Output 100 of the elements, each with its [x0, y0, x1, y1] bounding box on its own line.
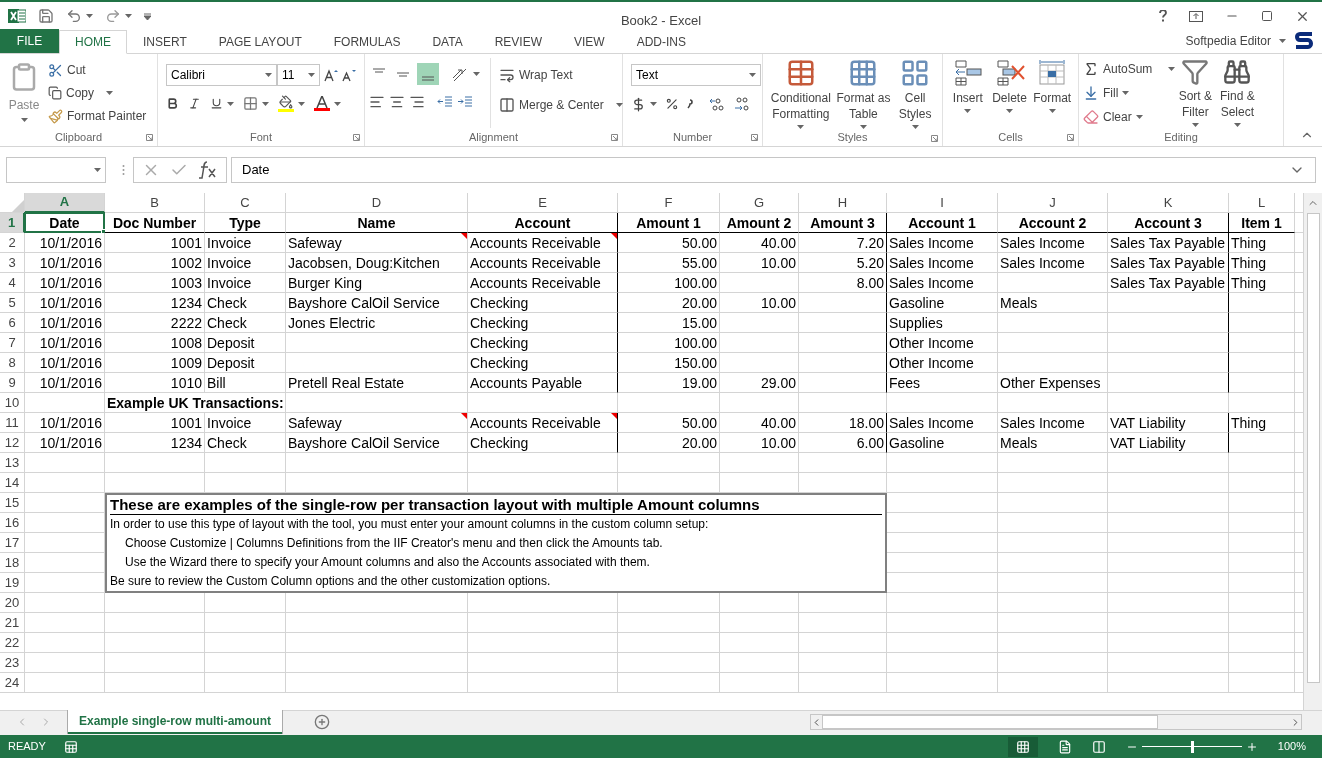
table-cell[interactable]: Bayshore CalOil Service [286, 433, 468, 453]
table-cell[interactable]: 15.00 [618, 313, 720, 333]
table-cell[interactable]: 10.00 [720, 253, 799, 273]
paste-button[interactable]: Paste [4, 58, 44, 128]
percent-icon[interactable] [665, 97, 679, 111]
align-right-icon[interactable] [409, 94, 425, 110]
table-cell[interactable]: 1234 [105, 293, 205, 313]
table-cell[interactable]: 10/1/2016 [25, 253, 105, 273]
help-icon[interactable] [1159, 10, 1167, 22]
table-cell[interactable]: Check [205, 433, 286, 453]
page-break-view-icon[interactable] [1091, 739, 1106, 754]
table-cell[interactable]: Checking [468, 333, 618, 353]
table-cell[interactable]: Invoice [205, 233, 286, 253]
table-cell[interactable]: 40.00 [720, 233, 799, 253]
row-header[interactable]: 13 [0, 453, 25, 473]
row-header[interactable]: 2 [0, 233, 25, 253]
row-header[interactable]: 22 [0, 633, 25, 653]
conditional-formatting-button[interactable]: Conditional Formatting [767, 58, 835, 129]
vertical-scrollbar[interactable] [1303, 193, 1322, 710]
row-header[interactable]: 8 [0, 353, 25, 373]
row-header[interactable]: 18 [0, 553, 25, 573]
table-cell[interactable]: Pretell Real Estate [286, 373, 468, 393]
table-cell[interactable]: VAT Liability [1108, 433, 1229, 453]
column-header[interactable]: E [468, 193, 618, 213]
page-layout-view-icon[interactable] [1057, 739, 1072, 754]
table-cell[interactable]: 10/1/2016 [25, 373, 105, 393]
ribbon-display-icon[interactable] [1189, 10, 1203, 22]
table-cell[interactable]: Sales Income [887, 233, 998, 253]
table-cell[interactable] [1108, 353, 1229, 373]
table-cell[interactable]: 5.20 [799, 253, 887, 273]
table-cell[interactable]: Safeway [286, 233, 468, 253]
name-box[interactable] [6, 157, 106, 183]
table-cell[interactable]: 50.00 [618, 233, 720, 253]
fill-button[interactable]: Fill [1083, 84, 1176, 102]
table-cell[interactable]: 10/1/2016 [25, 353, 105, 373]
table-cell[interactable]: Sales Income [887, 253, 998, 273]
dialog-launcher-icon[interactable] [1067, 134, 1074, 141]
table-cell[interactable]: Example UK Transactions: [105, 393, 286, 413]
bold-icon[interactable] [166, 97, 179, 110]
ribbon-tab[interactable]: VIEW [558, 30, 621, 54]
table-cell[interactable]: Other Income [887, 333, 998, 353]
table-cell[interactable]: 150.00 [618, 353, 720, 373]
maximize-icon[interactable] [1261, 10, 1273, 22]
increase-decimal-icon[interactable] [709, 96, 725, 112]
table-cell[interactable]: 8.00 [799, 273, 887, 293]
table-cell[interactable]: Accounts Payable [468, 373, 618, 393]
header-cell[interactable]: Date [25, 213, 105, 233]
table-cell[interactable]: Supplies [887, 313, 998, 333]
insert-function-icon[interactable] [198, 161, 218, 179]
table-cell[interactable] [799, 293, 887, 313]
save-icon[interactable] [38, 8, 54, 24]
table-cell[interactable]: Meals [998, 293, 1108, 313]
dialog-launcher-icon[interactable] [611, 134, 618, 141]
table-cell[interactable]: Sales Income [998, 233, 1108, 253]
increase-indent-icon[interactable] [457, 94, 473, 110]
table-cell[interactable]: Gasoline [887, 293, 998, 313]
table-cell[interactable]: Fees [887, 373, 998, 393]
table-cell[interactable]: Jacobsen, Doug:Kitchen [286, 253, 468, 273]
ribbon-tab[interactable]: PAGE LAYOUT [202, 30, 318, 54]
table-cell[interactable]: Safeway [286, 413, 468, 433]
dialog-launcher-icon[interactable] [353, 134, 360, 141]
table-cell[interactable]: Thing [1229, 413, 1295, 433]
table-cell[interactable]: 1234 [105, 433, 205, 453]
sheet-tab[interactable]: Example single-row multi-amount [68, 710, 283, 734]
table-cell[interactable]: Invoice [205, 253, 286, 273]
row-header[interactable]: 11 [0, 413, 25, 433]
row-header[interactable]: 19 [0, 573, 25, 593]
table-cell[interactable]: 10/1/2016 [25, 293, 105, 313]
table-cell[interactable]: 10/1/2016 [25, 413, 105, 433]
table-cell[interactable] [799, 353, 887, 373]
merge-center-button[interactable]: Merge & Center [499, 96, 623, 114]
wrap-text-button[interactable]: Wrap Text [499, 66, 623, 84]
table-cell[interactable]: 7.20 [799, 233, 887, 253]
table-cell[interactable]: Accounts Receivable [468, 413, 618, 433]
align-center-icon[interactable] [389, 94, 405, 110]
table-cell[interactable]: 100.00 [618, 273, 720, 293]
shrink-font-icon[interactable] [342, 68, 356, 82]
orientation-icon[interactable] [451, 66, 469, 82]
table-cell[interactable] [1108, 373, 1229, 393]
table-cell[interactable]: Accounts Receivable [468, 233, 618, 253]
table-cell[interactable]: Burger King [286, 273, 468, 293]
table-cell[interactable]: 19.00 [618, 373, 720, 393]
decrease-decimal-icon[interactable] [733, 96, 749, 112]
format-button[interactable]: Format [1030, 58, 1074, 128]
font-color-icon[interactable] [314, 96, 330, 111]
row-header[interactable]: 23 [0, 653, 25, 673]
row-header[interactable]: 14 [0, 473, 25, 493]
fill-color-icon[interactable] [278, 95, 294, 112]
underline-icon[interactable] [210, 97, 223, 110]
table-cell[interactable]: Thing [1229, 273, 1295, 293]
table-cell[interactable]: Accounts Receivable [468, 253, 618, 273]
column-header[interactable]: L [1229, 193, 1295, 213]
table-cell[interactable]: Checking [468, 433, 618, 453]
table-cell[interactable]: Deposit [205, 333, 286, 353]
column-header[interactable]: J [998, 193, 1108, 213]
comma-style-icon[interactable] [687, 99, 693, 109]
table-cell[interactable]: 50.00 [618, 413, 720, 433]
redo-icon[interactable] [105, 8, 121, 24]
table-cell[interactable]: 18.00 [799, 413, 887, 433]
table-cell[interactable]: Invoice [205, 413, 286, 433]
